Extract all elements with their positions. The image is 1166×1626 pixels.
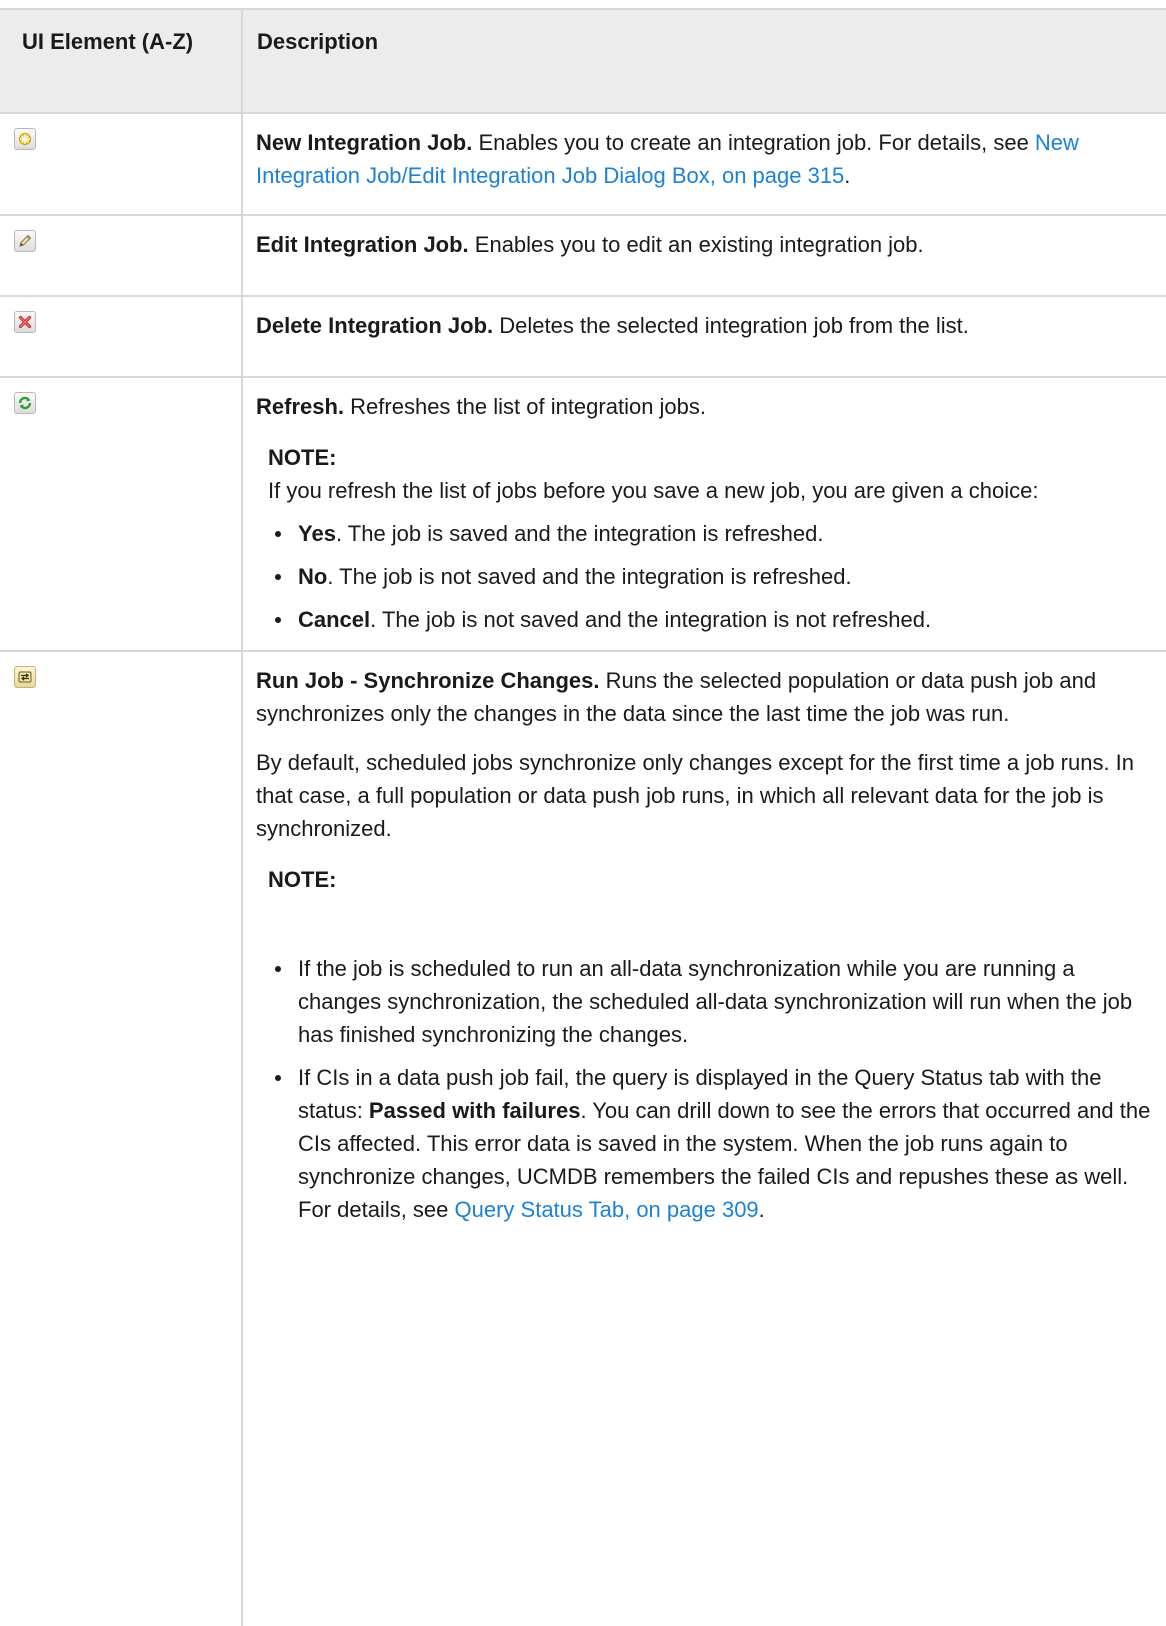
choice-text: . The job is saved and the integration i… (335, 521, 824, 546)
query-status-tab-link[interactable]: Query Status Tab, on page 309 (455, 1197, 759, 1222)
refresh-description: Refresh. Refreshes the list of integrati… (256, 390, 1156, 423)
run-job-note-bullet-1: If the job is scheduled to run an all-da… (298, 956, 1133, 1047)
description-cell: New Integration Job. Enables you to crea… (242, 112, 1166, 215)
choice-text: . The job is not saved and the integrati… (327, 564, 852, 589)
header-description: Description (242, 8, 1166, 113)
refresh-note: NOTE: If you refresh the list of jobs be… (256, 441, 1156, 636)
run-job-default-paragraph: By default, scheduled jobs synchronize o… (256, 750, 1135, 841)
refresh-note-title: NOTE: (268, 445, 337, 470)
edit-job-title: Edit Integration Job. (256, 232, 469, 257)
edit-job-text: Enables you to edit an existing integrat… (468, 232, 924, 257)
list-item: Cancel. The job is not saved and the int… (268, 603, 1156, 636)
pencil-icon (14, 230, 36, 252)
description-cell: Delete Integration Job. Deletes the sele… (242, 295, 1166, 377)
ui-element-cell (0, 295, 243, 377)
table-header-row: UI Element (A-Z) Description (0, 8, 1166, 113)
list-item: No. The job is not saved and the integra… (268, 560, 1156, 593)
refresh-note-text: If you refresh the list of jobs before y… (268, 478, 1039, 503)
ui-element-cell (0, 376, 243, 651)
table-row: Delete Integration Job. Deletes the sele… (0, 295, 1166, 377)
ui-element-cell (0, 214, 243, 296)
edit-job-description: Edit Integration Job. Enables you to edi… (256, 228, 1156, 261)
delete-job-text: Deletes the selected integration job fro… (493, 313, 969, 338)
run-job-description: Run Job - Synchronize Changes. Runs the … (256, 664, 1156, 730)
table-row: Run Job - Synchronize Changes. Runs the … (0, 650, 1166, 1626)
choice-label: Yes (298, 521, 336, 546)
table-row: Refresh. Refreshes the list of integrati… (0, 376, 1166, 651)
header-ui-element: UI Element (A-Z) (0, 8, 243, 113)
choice-label: No (298, 564, 328, 589)
table-row: New Integration Job. Enables you to crea… (0, 112, 1166, 215)
delete-job-description: Delete Integration Job. Deletes the sele… (256, 309, 1156, 342)
choice-text: . The job is not saved and the integrati… (370, 607, 932, 632)
run-job-note-title: NOTE: (268, 867, 337, 892)
new-star-icon (14, 128, 36, 150)
sync-changes-icon (14, 666, 36, 688)
table-row: Edit Integration Job. Enables you to edi… (0, 214, 1166, 296)
ui-element-cell (0, 112, 243, 215)
run-job-note: NOTE: If the job is scheduled to run an … (256, 863, 1156, 1226)
list-item: Yes. The job is saved and the integratio… (268, 517, 1156, 550)
ui-element-cell (0, 650, 243, 1626)
bullet2-status: Passed with failures (368, 1098, 581, 1123)
description-cell: Edit Integration Job. Enables you to edi… (242, 214, 1166, 296)
new-job-title: New Integration Job. (256, 130, 473, 155)
new-job-text: Enables you to create an integration job… (472, 130, 1035, 155)
refresh-choices-list: Yes. The job is saved and the integratio… (268, 517, 1156, 636)
description-cell: Run Job - Synchronize Changes. Runs the … (242, 650, 1166, 1626)
delete-x-icon (14, 311, 36, 333)
bullet2-period: . (758, 1197, 765, 1222)
delete-job-title: Delete Integration Job. (256, 313, 494, 338)
ui-elements-table: UI Element (A-Z) Description New Integra… (0, 8, 1166, 1626)
description-cell: Refresh. Refreshes the list of integrati… (242, 376, 1166, 651)
new-job-description: New Integration Job. Enables you to crea… (256, 126, 1156, 192)
run-job-title: Run Job - Synchronize Changes. (256, 668, 600, 693)
list-item: If the job is scheduled to run an all-da… (268, 952, 1156, 1051)
refresh-title: Refresh. (256, 394, 345, 419)
refresh-text: Refreshes the list of integration jobs. (344, 394, 707, 419)
refresh-icon (14, 392, 36, 414)
new-job-period: . (844, 163, 851, 188)
choice-label: Cancel (298, 607, 371, 632)
run-job-notes-list: If the job is scheduled to run an all-da… (268, 952, 1156, 1226)
list-item: If CIs in a data push job fail, the quer… (268, 1061, 1156, 1226)
